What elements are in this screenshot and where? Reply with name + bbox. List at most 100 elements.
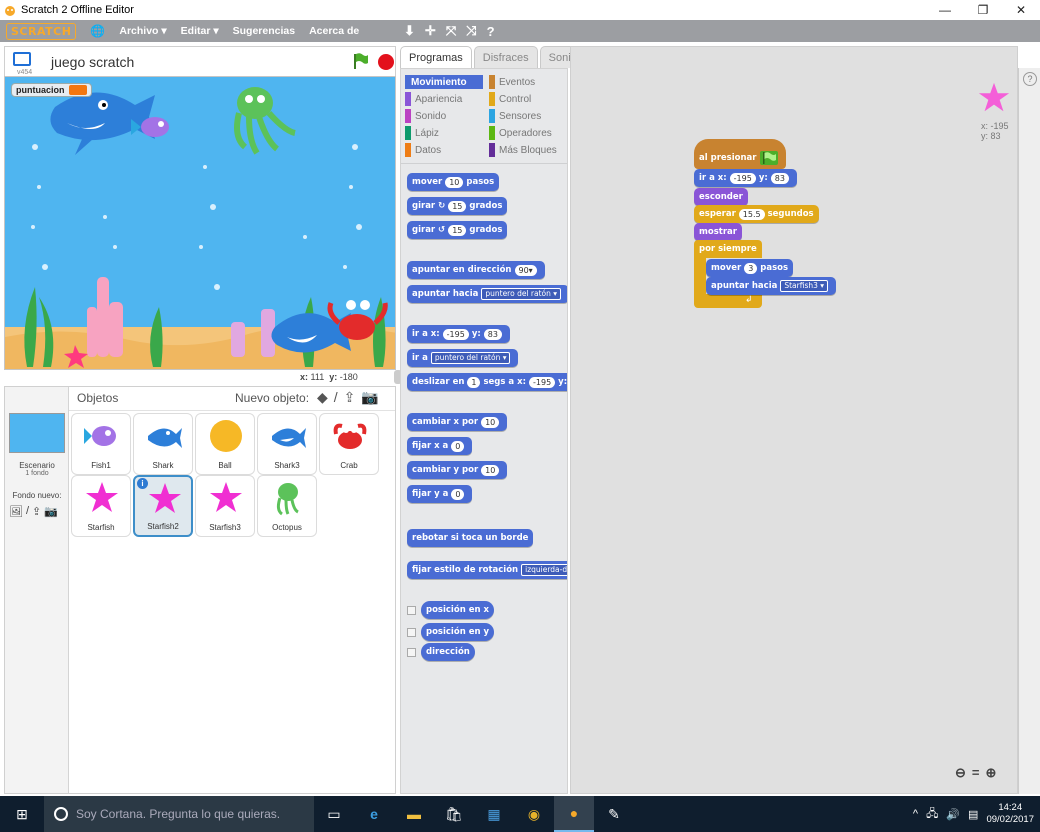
scratch-taskbar-icon[interactable]: ● xyxy=(554,796,594,832)
sprite-thumb-starfish[interactable]: Starfish xyxy=(71,475,131,537)
sprite-thumb-shark[interactable]: Shark xyxy=(133,413,193,475)
duplicate-tool-icon[interactable]: ⬇ xyxy=(404,23,415,39)
stage-column: Escenario 1 fondo Fondo nuevo: 🖼 / ⇪ 📷 xyxy=(5,387,69,793)
green-flag-icon[interactable] xyxy=(351,52,369,70)
sprite-thumb-shark3[interactable]: Shark3 xyxy=(257,413,317,475)
category-movimiento[interactable]: Movimiento xyxy=(405,75,483,89)
variable-monitor[interactable]: puntuacion xyxy=(11,83,92,97)
tab-programas[interactable]: Programas xyxy=(400,46,472,68)
category-eventos[interactable]: Eventos xyxy=(489,75,567,89)
backdrop-upload-icon[interactable]: ⇪ xyxy=(32,505,41,518)
help-tool-icon[interactable]: ? xyxy=(487,24,495,39)
dev-app-icon[interactable]: ▦ xyxy=(474,796,514,832)
menu-acerca-de[interactable]: Acerca de xyxy=(309,25,359,37)
scratch-logo[interactable]: SCRATCH xyxy=(6,22,77,40)
backdrop-camera-icon[interactable]: 📷 xyxy=(44,505,58,518)
menu-sugerencias[interactable]: Sugerencias xyxy=(233,25,295,37)
stage-canvas[interactable]: puntuacion xyxy=(4,76,396,370)
block-point-direction[interactable]: apuntar en dirección 90▾ xyxy=(407,261,545,279)
tray-chevron-icon[interactable]: ^ xyxy=(913,808,918,820)
zoom-reset-icon[interactable]: = xyxy=(972,765,980,781)
category-apariencia[interactable]: Apariencia xyxy=(405,92,483,106)
fullscreen-icon[interactable] xyxy=(13,52,31,66)
sprite-thumb-octopus[interactable]: Octopus xyxy=(257,475,317,537)
category-lapiz[interactable]: Lápiz xyxy=(405,126,483,140)
checkbox-y-position[interactable] xyxy=(407,628,416,637)
sprite-camera-icon[interactable]: 📷 xyxy=(361,389,378,406)
stop-icon[interactable] xyxy=(378,54,394,70)
block-bounce[interactable]: rebotar si toca un borde xyxy=(407,529,534,547)
zoom-out-icon[interactable]: ⊖ xyxy=(955,765,966,781)
backdrop-library-icon[interactable]: 🖼 xyxy=(9,505,23,518)
category-datos[interactable]: Datos xyxy=(405,143,483,157)
category-sonido[interactable]: Sonido xyxy=(405,109,483,123)
category-mas-bloques[interactable]: Más Bloques xyxy=(489,143,567,157)
edge-browser-icon[interactable]: e xyxy=(354,796,394,832)
menu-archivo[interactable]: Archivo ▾ xyxy=(119,25,166,37)
volume-icon[interactable]: 🔊 xyxy=(946,808,960,821)
delete-tool-icon[interactable]: ✛ xyxy=(425,23,436,39)
tab-disfraces[interactable]: Disfraces xyxy=(473,46,538,68)
sprite-thumb-fish1[interactable]: Fish1 xyxy=(71,413,131,475)
block-glide[interactable]: deslizar en 1 segs a x: -195 y: xyxy=(407,373,567,391)
windows-start-icon[interactable]: ⊞ xyxy=(0,796,44,832)
stage-label: Escenario xyxy=(19,461,55,470)
sprite-thumb-starfish3[interactable]: Starfish3 xyxy=(195,475,255,537)
cortana-search[interactable]: Soy Cortana. Pregunta lo que quieras. xyxy=(44,796,314,832)
sprite-paint-icon[interactable]: / xyxy=(334,389,338,406)
block-turn-left[interactable]: girar ↺ 15 grados xyxy=(407,221,508,239)
system-clock[interactable]: 14:24 09/02/2017 xyxy=(986,802,1034,826)
language-globe-icon[interactable]: 🌐 xyxy=(90,24,105,38)
block-point-towards[interactable]: apuntar hacia puntero del ratón ▾ xyxy=(407,285,567,303)
stage-thumbnail[interactable] xyxy=(9,413,65,453)
menu-editar[interactable]: Editar ▾ xyxy=(181,25,219,37)
category-sensores[interactable]: Sensores xyxy=(489,109,567,123)
minimize-button[interactable]: — xyxy=(926,0,964,20)
category-control[interactable]: Control xyxy=(489,92,567,106)
file-explorer-icon[interactable]: ▬ xyxy=(394,796,434,832)
sprite-thumb-ball[interactable]: Ball xyxy=(195,413,255,475)
backdrop-paint-icon[interactable]: / xyxy=(26,505,29,518)
category-operadores[interactable]: Operadores xyxy=(489,126,567,140)
sprite-label: Fish1 xyxy=(91,461,111,470)
store-icon[interactable]: 🛍 xyxy=(434,796,474,832)
close-button[interactable]: ✕ xyxy=(1002,0,1040,20)
checkbox-direction[interactable] xyxy=(407,648,416,657)
sprite-upload-icon[interactable]: ⇪ xyxy=(344,389,356,406)
sprite-thumb-starfish2[interactable]: i Starfish2 xyxy=(133,475,193,537)
block-change-y[interactable]: cambiar y por 10 xyxy=(407,461,508,479)
block-set-y[interactable]: fijar y a0 xyxy=(407,485,473,503)
reporter-x-position[interactable]: posición en x xyxy=(421,601,494,619)
notifications-icon[interactable]: ▤ xyxy=(968,808,978,821)
script-move[interactable]: mover 3 pasos xyxy=(706,259,794,277)
block-change-x[interactable]: cambiar x por 10 xyxy=(407,413,508,431)
grow-tool-icon[interactable]: ⤧ xyxy=(446,23,456,39)
script-point-towards[interactable]: apuntar hacia Starfish3 ▾ xyxy=(706,277,837,295)
network-icon[interactable]: 🖧 xyxy=(926,805,938,824)
script-show[interactable]: mostrar xyxy=(694,223,742,241)
sprite-library-icon[interactable]: ◆ xyxy=(317,389,328,406)
block-set-x[interactable]: fijar x a0 xyxy=(407,437,473,455)
paint-icon[interactable]: ✎ xyxy=(594,796,634,832)
reporter-y-position[interactable]: posición en y xyxy=(421,623,495,641)
block-rotation-style[interactable]: fijar estilo de rotación izquierda-d xyxy=(407,561,567,579)
restore-button[interactable]: ❐ xyxy=(964,0,1002,20)
chrome-icon[interactable]: ◉ xyxy=(514,796,554,832)
project-name[interactable]: juego scratch xyxy=(51,54,134,70)
zoom-in-icon[interactable]: ⊕ xyxy=(986,765,997,781)
task-view-icon[interactable]: ▭ xyxy=(314,796,354,832)
checkbox-x-position[interactable] xyxy=(407,606,416,615)
scripts-area[interactable]: al presionar ir a x: -195 y: 83 esconder es… xyxy=(570,46,1018,794)
block-move[interactable]: mover 10 pasos xyxy=(407,173,500,191)
sprite-thumb-crab[interactable]: Crab xyxy=(319,413,379,475)
script-goto-xy[interactable]: ir a x: -195 y: 83 xyxy=(694,169,797,187)
script-wait[interactable]: esperar 15.5 segundos xyxy=(694,205,819,223)
shrink-tool-icon[interactable]: ⤨ xyxy=(466,23,476,39)
block-goto[interactable]: ir a puntero del ratón ▾ xyxy=(407,349,519,367)
block-turn-right[interactable]: girar ↻ 15 grados xyxy=(407,197,508,215)
reporter-direction[interactable]: dirección xyxy=(421,643,475,661)
clock-time: 14:24 xyxy=(998,802,1023,813)
script-hide[interactable]: esconder xyxy=(694,188,748,206)
block-goto-xy[interactable]: ir a x: -195 y: 83 xyxy=(407,325,510,343)
help-icon[interactable]: ? xyxy=(1023,72,1037,86)
